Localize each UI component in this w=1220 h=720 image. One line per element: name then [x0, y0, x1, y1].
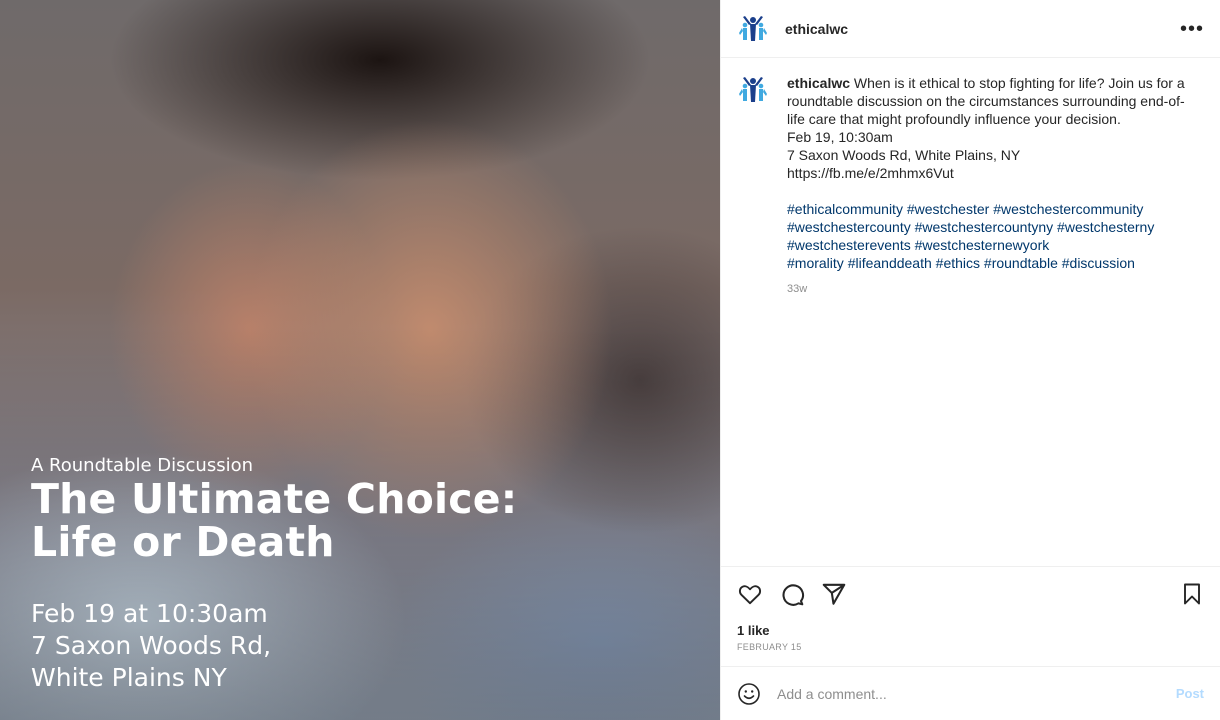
post-view: A Roundtable Discussion The Ultimate Cho… [0, 0, 1220, 720]
avatar[interactable] [737, 13, 769, 45]
hashtag-link[interactable]: #roundtable [984, 255, 1058, 271]
hashtag-line: #westchesterevents #westchesternewyork [787, 236, 1187, 254]
comment-icon[interactable] [779, 581, 805, 607]
hashtag-link[interactable]: #ethics [936, 255, 980, 271]
post-comment-button[interactable]: Post [1176, 686, 1204, 701]
ethicalwc-logo-icon [739, 15, 767, 41]
comment-bar: Post [721, 666, 1220, 720]
post-header: ethicalwc ••• [721, 0, 1220, 58]
caption-text: ethicalwc When is it ethical to stop fig… [787, 74, 1187, 550]
hashtag-link[interactable]: #westchestercounty [787, 219, 911, 235]
hashtag-link[interactable]: #westchestercountyny [915, 219, 1054, 235]
like-heart-icon[interactable] [737, 581, 763, 607]
overlay-title-line: The Ultimate Choice: [31, 475, 518, 523]
overlay-detail-line: White Plains NY [31, 663, 227, 692]
hashtag-link[interactable]: #westchesternewyork [915, 237, 1050, 253]
post-side-panel: ethicalwc ••• ethicalwc When is it ethic… [720, 0, 1220, 720]
share-send-icon[interactable] [821, 581, 847, 607]
post-date: FEBRUARY 15 [737, 642, 802, 652]
hashtag-link[interactable]: #discussion [1062, 255, 1135, 271]
caption-link[interactable]: https://fb.me/e/2mhmx6Vut [787, 164, 1187, 182]
action-bar: 1 like FEBRUARY 15 [721, 566, 1220, 666]
caption-date-line: Feb 19, 10:30am [787, 129, 893, 145]
hashtag-line: #morality #lifeanddeath #ethics #roundta… [787, 254, 1187, 272]
hashtag-link[interactable]: #westchesterny [1057, 219, 1154, 235]
hashtag-list: #ethicalcommunity #westchester #westches… [787, 200, 1187, 272]
overlay-subtitle: A Roundtable Discussion [31, 455, 254, 476]
ethicalwc-logo-icon [739, 77, 767, 102]
overlay-details: Feb 19 at 10:30am 7 Saxon Woods Rd, Whit… [31, 598, 271, 694]
hashtag-link[interactable]: #westchester [907, 201, 989, 217]
caption-area: ethicalwc When is it ethical to stop fig… [721, 58, 1220, 566]
caption-username[interactable]: ethicalwc [787, 75, 850, 91]
overlay-detail-line: 7 Saxon Woods Rd, [31, 631, 272, 660]
emoji-icon[interactable] [737, 682, 761, 706]
more-options-icon[interactable]: ••• [1180, 19, 1204, 39]
caption-avatar[interactable] [737, 74, 769, 106]
overlay-title: The Ultimate Choice: Life or Death [31, 478, 517, 564]
hashtag-link[interactable]: #morality [787, 255, 844, 271]
caption-body: ethicalwc When is it ethical to stop fig… [787, 75, 1185, 127]
caption-age: 33w [787, 283, 808, 295]
action-icons [737, 579, 1204, 609]
hashtag-link[interactable]: #ethicalcommunity [787, 201, 903, 217]
post-image[interactable]: A Roundtable Discussion The Ultimate Cho… [0, 0, 720, 720]
bookmark-save-icon[interactable] [1180, 582, 1204, 606]
caption-address-line: 7 Saxon Woods Rd, White Plains, NY [787, 147, 1021, 163]
hashtag-line: #ethicalcommunity #westchester #westches… [787, 200, 1187, 218]
hashtag-link[interactable]: #westchestercommunity [993, 201, 1143, 217]
hashtag-link[interactable]: #lifeanddeath [848, 255, 932, 271]
header-username[interactable]: ethicalwc [785, 21, 848, 37]
comment-input[interactable] [775, 684, 1176, 703]
overlay-detail-line: Feb 19 at 10:30am [31, 599, 268, 628]
like-count[interactable]: 1 like [737, 623, 1204, 638]
overlay-title-line: Life or Death [31, 518, 335, 566]
hashtag-line: #westchestercounty #westchestercountyny … [787, 218, 1187, 236]
hashtag-link[interactable]: #westchesterevents [787, 237, 911, 253]
